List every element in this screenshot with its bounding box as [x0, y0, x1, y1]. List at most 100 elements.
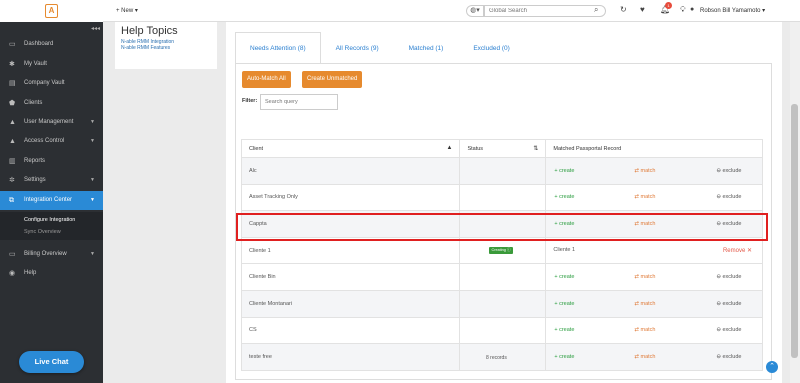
globe-icon[interactable]: ◍▾: [466, 5, 484, 17]
company-vault-icon: ▤: [9, 80, 16, 87]
column-header-client[interactable]: Client ▲: [240, 139, 461, 158]
vault-icon: ✱: [9, 61, 15, 68]
collapse-sidebar-icon[interactable]: ◂◂◂: [91, 25, 100, 32]
user-menu[interactable]: Robson Bill Yamamoto ▾: [700, 7, 765, 14]
sidebar-item-label: Reports: [24, 158, 46, 164]
scroll-to-top-icon[interactable]: ⌃: [766, 361, 778, 373]
tab-bar: Needs Attention (8) All Records (9) Matc…: [235, 32, 525, 64]
exclude-action[interactable]: ⊖ exclude: [716, 194, 741, 200]
refresh-icon[interactable]: ↻: [620, 5, 627, 14]
exclude-action[interactable]: ⊖ exclude: [716, 274, 741, 280]
tab-needs-attention[interactable]: Needs Attention (8): [235, 32, 321, 64]
create-action[interactable]: + create: [554, 327, 634, 333]
create-action[interactable]: + create: [554, 168, 634, 174]
sidebar-item-billing-overview[interactable]: ▭ Billing Overview ▼: [0, 245, 103, 264]
live-chat-button[interactable]: Live Chat: [19, 351, 84, 373]
table-row: Cliente Montanari + create ⇄ match ⊖ exclu…: [240, 289, 763, 318]
auto-match-all-button[interactable]: Auto-Match All: [242, 71, 291, 88]
billing-icon: ▭: [9, 251, 16, 258]
dashboard-icon: ▭: [9, 41, 16, 48]
global-search-input[interactable]: [484, 5, 606, 17]
record-count: 8 records: [486, 355, 507, 361]
search-icon[interactable]: ⌕: [594, 5, 598, 15]
table-row: Asset Tracking Only + create ⇄ match ⊖ exc…: [240, 183, 763, 212]
scrollbar-thumb[interactable]: [791, 104, 798, 358]
gear-icon: ✲: [9, 177, 15, 184]
match-action[interactable]: ⇄ match: [634, 354, 716, 360]
sidebar-item-dashboard[interactable]: ▭ Dashboard: [0, 35, 103, 54]
exclude-action[interactable]: ⊖ exclude: [716, 168, 741, 174]
actions-cell: + create ⇄ match ⊖ exclude: [545, 343, 763, 371]
heart-icon[interactable]: ♥: [640, 5, 645, 14]
create-unmatched-button[interactable]: Create Unmatched: [302, 71, 363, 88]
column-header-matched: Matched Passportal Record: [545, 139, 763, 158]
lock-icon: ▲: [9, 138, 16, 145]
exclude-action[interactable]: ⊖ exclude: [716, 354, 741, 360]
exclude-action[interactable]: ⊖ exclude: [716, 221, 741, 227]
sidebar-item-help[interactable]: ◉ Help: [0, 264, 103, 283]
sidebar-item-access-control[interactable]: ▲ Access Control ▼: [0, 132, 103, 151]
match-action[interactable]: ⇄ match: [634, 327, 716, 333]
tab-all-records[interactable]: All Records (9): [321, 32, 394, 64]
client-cell: Cliente Bin: [240, 263, 461, 291]
sort-icon[interactable]: ⇅: [533, 145, 538, 152]
table-row: CS + create ⇄ match ⊖ exclude: [240, 316, 763, 345]
column-header-label: Matched Passportal Record: [553, 145, 622, 152]
top-bar: A + New ▾ ◍▾ ⌕ ↻ ♥ 🔔︎ 1 💡︎ ● Robson Bill…: [0, 0, 800, 22]
status-cell: [459, 263, 547, 291]
actions-cell: + create ⇄ match ⊖ exclude: [545, 316, 763, 345]
sidebar-item-label: Settings: [24, 177, 46, 183]
filter-input[interactable]: [260, 94, 338, 110]
status-cell: [459, 316, 547, 345]
client-cell: Cliente Montanari: [240, 289, 461, 318]
status-cell: Creating ⓘ: [459, 236, 547, 265]
clients-table: Client ▲ Status ⇅ Matched Passportal Recor…: [240, 139, 763, 371]
client-cell: CS: [240, 316, 461, 345]
sidebar-item-user-management[interactable]: ▲ User Management ▼: [0, 113, 103, 132]
app-logo[interactable]: A: [45, 4, 58, 18]
sidebar-item-label: Access Control: [24, 138, 65, 144]
sort-asc-icon[interactable]: ▲: [447, 145, 453, 151]
column-header-status[interactable]: Status ⇅: [459, 139, 547, 158]
actions-cell: + create ⇄ match ⊖ exclude: [545, 157, 763, 185]
sidebar-item-company-vault[interactable]: ▤ Company Vault: [0, 74, 103, 93]
match-action[interactable]: ⇄ match: [634, 221, 716, 227]
status-cell: [459, 210, 547, 238]
sidebar-item-clients[interactable]: ⬟ Clients: [0, 94, 103, 113]
integration-icon: ⧉: [9, 197, 14, 204]
chevron-down-icon: ▼: [90, 177, 95, 183]
table-row: Cappta + create ⇄ match ⊖ exclude: [240, 210, 763, 238]
create-action[interactable]: + create: [554, 221, 634, 227]
remove-match-button[interactable]: Remove ✕: [723, 247, 752, 254]
tab-matched[interactable]: Matched (1): [394, 32, 459, 64]
logo-area: A: [0, 0, 103, 22]
match-action[interactable]: ⇄ match: [634, 301, 716, 307]
create-action[interactable]: + create: [554, 274, 634, 280]
match-action[interactable]: ⇄ match: [634, 168, 716, 174]
sidebar-item-reports[interactable]: ▥ Reports: [0, 152, 103, 171]
integration-sub-nav: Configure Integration Sync Overview: [0, 212, 103, 240]
sidebar-item-label: Integration Center: [24, 197, 73, 203]
lightbulb-icon[interactable]: 💡︎: [680, 5, 686, 15]
actions-cell: + create ⇄ match ⊖ exclude: [545, 210, 763, 238]
sidebar-subitem-sync-overview[interactable]: Sync Overview: [24, 229, 61, 235]
match-action[interactable]: ⇄ match: [634, 274, 716, 280]
create-action[interactable]: + create: [554, 301, 634, 307]
sidebar-item-integration-center[interactable]: ⧉ Integration Center ▼: [0, 191, 103, 210]
client-cell: Cappta: [240, 210, 461, 238]
new-button[interactable]: + New ▾: [116, 7, 138, 14]
exclude-action[interactable]: ⊖ exclude: [716, 301, 741, 307]
sidebar-subitem-configure-integration[interactable]: Configure Integration: [24, 217, 75, 223]
sidebar-item-label: User Management: [24, 119, 74, 125]
tab-excluded[interactable]: Excluded (0): [458, 32, 525, 64]
exclude-action[interactable]: ⊖ exclude: [716, 327, 741, 333]
user-icon: ●: [690, 6, 695, 13]
sidebar-item-my-vault[interactable]: ✱ My Vault: [0, 55, 103, 74]
create-action[interactable]: + create: [554, 194, 634, 200]
create-action[interactable]: + create: [554, 354, 634, 360]
match-action[interactable]: ⇄ match: [634, 194, 716, 200]
help-topics-panel: Help Topics N-able RMM Integration N-abl…: [115, 22, 217, 69]
sidebar-item-label: Dashboard: [24, 41, 54, 47]
help-link-features[interactable]: N-able RMM Features: [121, 45, 211, 51]
sidebar-item-settings[interactable]: ✲ Settings ▼: [0, 171, 103, 190]
